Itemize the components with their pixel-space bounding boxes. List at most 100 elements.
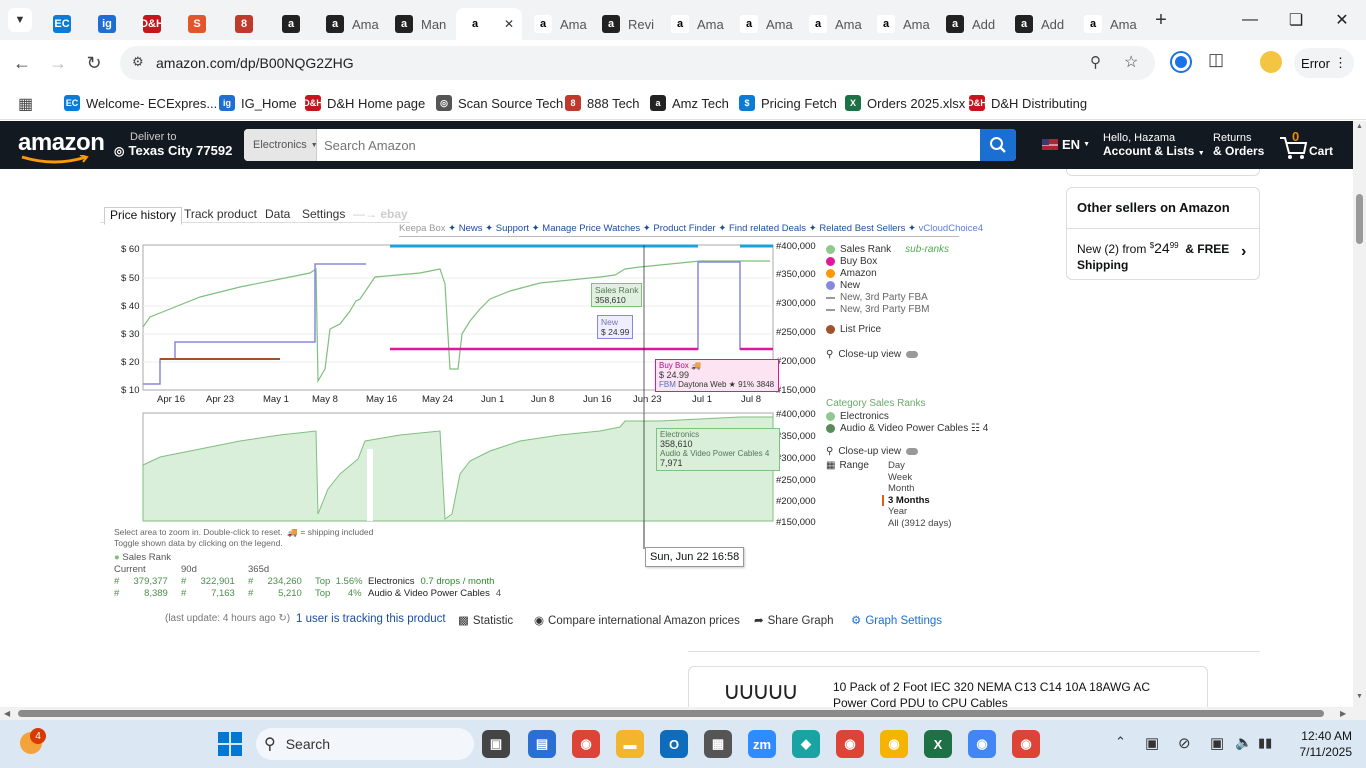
share-graph-button[interactable]: ➦ Share Graph [754,613,834,627]
back-button[interactable]: ← [10,51,34,75]
browser-tab[interactable]: EC [43,8,88,40]
amazon-logo[interactable]: amazon [18,129,105,164]
chrome-active-icon[interactable]: ◉ [880,730,908,758]
bookmark-star-icon[interactable]: ☆ [1124,52,1138,72]
chrome-icon[interactable]: ◉ [572,730,600,758]
address-bar[interactable]: ⚙ amazon.com/dp/B00NQG2ZHG ⚲ ☆ [120,46,1155,80]
legend-item[interactable]: New [826,280,860,291]
browser-tab[interactable]: a [272,8,316,40]
browser-tab[interactable]: ig [88,8,133,40]
browser-tab[interactable]: a Ama [867,8,936,40]
search-input[interactable] [318,129,980,161]
legend-item[interactable]: List Price [826,324,881,335]
bookmark-item[interactable]: 8 888 Tech [565,93,640,113]
browser-tab[interactable]: a Ama [661,8,730,40]
range-option[interactable]: Year [888,506,951,518]
account-menu[interactable]: Hello, Hazama Account & Lists ▼ [1103,132,1205,158]
language-selector[interactable]: EN ▼ [1042,137,1090,152]
other-sellers-offer[interactable]: New (2) from $2499 & FREE Shipping [1077,238,1252,273]
bookmark-item[interactable]: D&H D&H Distributing [967,93,1087,113]
profile-error-button[interactable]: Error ⋮ [1294,48,1354,78]
display-icon[interactable]: ▣ [1210,734,1224,752]
range-option[interactable]: Week [888,472,951,484]
refresh-icon[interactable]: ↻) [278,613,290,624]
tray-app-icon[interactable]: ▣ [1145,734,1159,752]
browser-tab[interactable]: D&H [133,8,178,40]
forward-button[interactable]: → [46,51,70,75]
calculator-icon[interactable]: ▦ [704,730,732,758]
search-category-dropdown[interactable]: Electronics ▼ [244,129,318,161]
scroll-down-arrow[interactable]: ▼ [1356,693,1363,700]
range-option[interactable]: All (3912 days) [888,518,951,530]
product-card[interactable]: ∪∪∪∪∪ 10 Pack of 2 Foot IEC 320 NEMA C13… [688,666,1208,707]
legend-item[interactable]: Buy Box [826,256,877,267]
profile-avatar[interactable] [1260,51,1282,73]
legend-item[interactable]: Amazon [826,268,877,279]
store-icon[interactable]: ▤ [528,730,556,758]
closeup-view-toggle[interactable]: ⚲ Close-up view [826,349,919,360]
chrome-profile-2-icon[interactable]: ◉ [968,730,996,758]
bookmark-item[interactable]: ig IG_Home [219,93,297,113]
subranks-toggle[interactable]: sub-ranks [905,244,949,255]
zoom-icon[interactable]: ⚲ [1090,53,1101,71]
minimize-button[interactable]: — [1236,8,1264,32]
close-window-button[interactable]: ✕ [1328,8,1356,32]
copilot-icon[interactable]: ◆ [792,730,820,758]
browser-tab[interactable]: a Add [1005,8,1074,40]
cat-legend-av-cables[interactable]: Audio & Video Power Cables ☷ 4 [826,423,988,434]
compare-intl-button[interactable]: ◉ Compare international Amazon prices [534,613,740,627]
browser-tab[interactable]: a Ama [524,8,592,40]
closeup-view-toggle-2[interactable]: ⚲ Close-up view [826,446,919,457]
legend-item[interactable]: New, 3rd Party FBM [826,304,929,315]
site-info-icon[interactable]: ⚙ [132,54,144,70]
browser-tab[interactable]: a ✕ [456,8,522,40]
deliver-to[interactable]: Deliver to ◎ Texas City 77592 [114,131,232,158]
scroll-thumb-vertical[interactable] [1356,194,1363,244]
browser-tab[interactable]: a Revi [592,8,661,40]
scroll-up-arrow[interactable]: ▲ [1356,123,1363,130]
bookmark-item[interactable]: ◎ Scan Source Tech [436,93,563,113]
browser-tab[interactable]: a Man [385,8,456,40]
excel-icon[interactable]: X [924,730,952,758]
statistic-button[interactable]: ▩ Statistic [458,613,513,627]
scroll-thumb-horizontal[interactable] [18,710,1324,717]
chevron-right-icon[interactable]: › [1241,243,1246,261]
file-explorer-icon[interactable]: ▬ [616,730,644,758]
legend-item[interactable]: Sales Rank sub-ranks [826,244,949,255]
browser-tab[interactable]: a Ama [316,8,385,40]
range-option[interactable]: 3 Months [882,494,951,506]
tracking-link[interactable]: 1 user is tracking this product [296,613,446,625]
scroll-right-arrow[interactable]: ▶ [1340,709,1346,718]
cart-button[interactable]: 0 Cart [1278,127,1340,163]
range-option[interactable]: Month [888,483,951,495]
clock[interactable]: 12:40 AM 7/11/2025 [1282,728,1353,760]
extensions-puzzle-icon[interactable]: ◫ [1208,50,1224,70]
browser-tab[interactable]: a Add [936,8,1005,40]
reload-button[interactable]: ↻ [82,51,106,75]
bookmark-item[interactable]: X Orders 2025.xlsx [845,93,965,113]
tab-search-button[interactable]: ▼ [8,8,32,32]
browser-tab[interactable]: a Ama [1074,8,1145,40]
apps-grid-icon[interactable]: ▦ [18,94,33,114]
product-title[interactable]: 10 Pack of 2 Foot IEC 320 NEMA C13 C14 1… [833,679,1183,707]
outlook-icon[interactable]: O [660,730,688,758]
graph-settings-button[interactable]: ⚙ Graph Settings [851,613,942,627]
product-image[interactable]: ∪∪∪∪∪ [723,677,803,707]
task-view-icon[interactable]: ▣ [482,730,510,758]
zoom-icon[interactable]: zm [748,730,776,758]
browser-tab[interactable]: 8 [225,8,272,40]
chrome-profile-icon[interactable]: ◉ [836,730,864,758]
url-text[interactable]: amazon.com/dp/B00NQG2ZHG [156,55,354,71]
taskbar-search[interactable]: ⚲ Search [256,728,474,760]
cat-legend-electronics[interactable]: Electronics [826,411,889,422]
battery-icon[interactable]: ▮▮ [1258,735,1272,751]
chrome-profile-3-icon[interactable]: ◉ [1012,730,1040,758]
scroll-left-arrow[interactable]: ◀ [4,709,10,718]
vertical-scrollbar[interactable]: ▲ ▼ [1353,121,1366,707]
bookmark-item[interactable]: a Amz Tech [650,93,729,113]
price-history-chart[interactable] [0,169,1000,569]
bookmark-item[interactable]: D&H D&H Home page [303,93,425,113]
new-tab-button[interactable]: + [1150,8,1172,32]
browser-tab[interactable]: a Ama [799,8,867,40]
maximize-button[interactable]: ❏ [1282,8,1310,32]
